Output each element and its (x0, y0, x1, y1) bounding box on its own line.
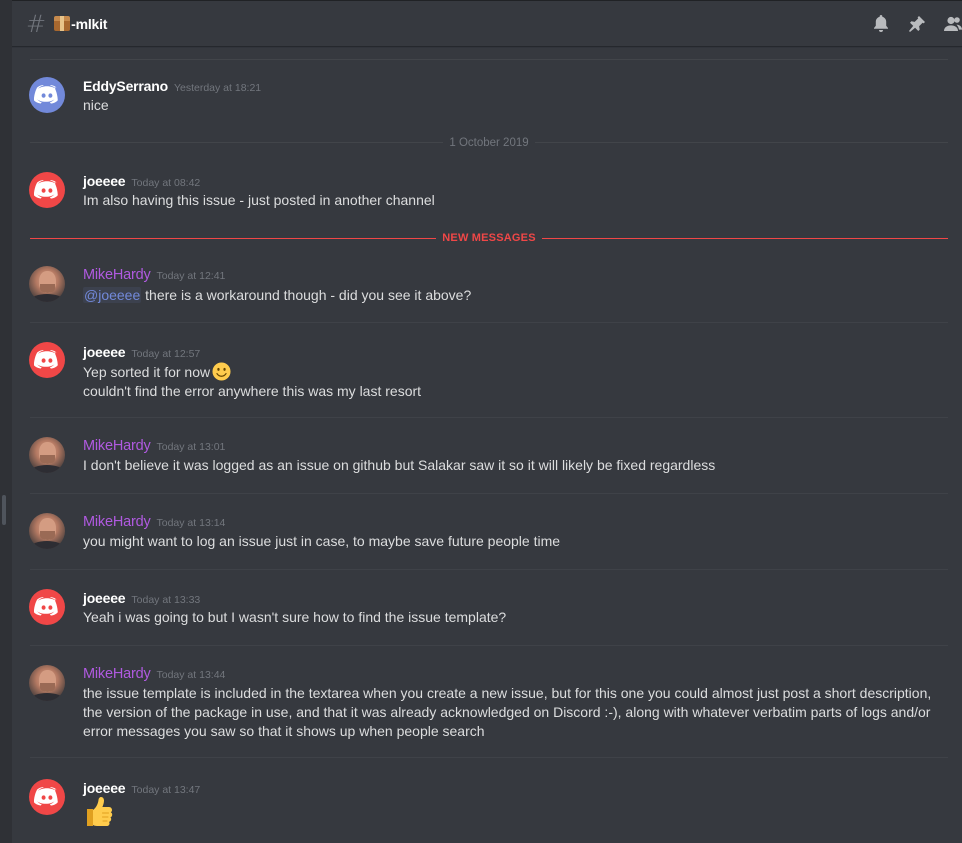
discord-logo-icon (34, 85, 58, 104)
timestamp: Today at 13:44 (156, 669, 226, 681)
group-separator (30, 645, 948, 646)
timestamp: Today at 12:41 (156, 270, 226, 282)
group-separator (30, 757, 948, 758)
date-divider-label: 1 October 2019 (449, 136, 529, 149)
group-separator (30, 322, 948, 323)
group-separator (30, 569, 948, 570)
thumbs-up-icon (87, 797, 113, 826)
header-toolbar (872, 15, 962, 33)
message-text: nice (83, 97, 109, 113)
message-line: couldn't find the error anywhere this wa… (83, 383, 422, 399)
message-text: Im also having this issue - just posted … (83, 192, 435, 208)
message-text: I don't believe it was logged as an issu… (83, 457, 716, 473)
message-text-part: there is a workaround though - did you s… (141, 287, 472, 303)
message-group: joeeee Today at 13:33 Yeah i was going t… (12, 588, 962, 638)
group-separator (30, 493, 948, 494)
timestamp: Today at 12:57 (131, 348, 201, 360)
date-divider: 1 October 2019 (30, 136, 948, 149)
discord-logo-icon (34, 597, 58, 616)
avatar[interactable] (29, 779, 65, 815)
bell-icon[interactable] (872, 15, 890, 33)
new-messages-divider: NEW MESSAGES (30, 231, 948, 245)
username[interactable]: joeeee (83, 780, 126, 796)
username[interactable]: EddySerrano (83, 78, 168, 94)
message-line: Yep sorted it for now (83, 364, 211, 380)
message-group: MikeHardy Today at 13:01 I don't believe… (12, 436, 962, 486)
user-mention[interactable]: @joeeee (83, 287, 142, 303)
avatar[interactable] (29, 437, 65, 473)
message-group: MikeHardy Today at 13:14 you might want … (12, 512, 962, 562)
avatar[interactable] (29, 342, 65, 378)
message-group: joeeee Today at 12:57 Yep sorted it for … (12, 342, 962, 406)
timestamp: Today at 13:14 (156, 517, 226, 529)
avatar[interactable] (29, 665, 65, 701)
message-text: Yep sorted it for now couldn't find the … (83, 362, 948, 401)
message-text: you might want to log an issue just in c… (83, 533, 561, 549)
channel-header: # -mlkit (12, 0, 962, 46)
discord-logo-icon (34, 787, 58, 806)
avatar[interactable] (29, 589, 65, 625)
discord-logo-icon (34, 180, 58, 199)
username[interactable]: MikeHardy (83, 267, 151, 283)
timestamp: Today at 13:33 (131, 594, 201, 606)
message-group: MikeHardy Today at 12:41 @joeeee there i… (12, 266, 962, 316)
timestamp: Yesterday at 18:21 (173, 82, 262, 94)
channel-hash-icon: # (26, 9, 47, 38)
message-list: EddySerrano Yesterday at 18:21 nice 1 Oc… (12, 46, 962, 843)
divider (30, 59, 948, 60)
scroll-nub[interactable] (2, 495, 6, 525)
group-separator (30, 417, 948, 418)
pin-icon[interactable] (908, 15, 926, 33)
avatar[interactable] (29, 266, 65, 302)
avatar[interactable] (29, 77, 65, 113)
message-group: joeeee Today at 08:42 Im also having thi… (12, 172, 962, 222)
username[interactable]: MikeHardy (83, 514, 151, 530)
timestamp: Today at 08:42 (131, 177, 201, 189)
username[interactable]: joeeee (83, 173, 126, 189)
message-group: joeeee Today at 13:47 (12, 778, 962, 838)
message-group: EddySerrano Yesterday at 18:21 nice (12, 76, 962, 126)
avatar[interactable] (29, 172, 65, 208)
message-text: the issue template is included in the te… (83, 685, 932, 739)
username[interactable]: joeeee (83, 344, 126, 360)
package-icon (54, 16, 71, 31)
username[interactable]: MikeHardy (83, 666, 151, 682)
message-text (83, 796, 948, 833)
message-group: MikeHardy Today at 13:44 the issue templ… (12, 664, 962, 744)
username[interactable]: joeeee (83, 590, 126, 606)
channel-name: -mlkit (71, 15, 108, 32)
new-messages-label: NEW MESSAGES (442, 232, 536, 244)
message-text: @joeeee there is a workaround though - d… (83, 286, 948, 305)
timestamp: Today at 13:47 (131, 784, 201, 796)
avatar[interactable] (29, 513, 65, 549)
server-sidebar-edge (0, 0, 12, 843)
discord-logo-icon (34, 350, 58, 369)
message-text: Yeah i was going to but I wasn't sure ho… (83, 609, 507, 625)
slightly-smiling-face-icon (212, 362, 231, 381)
timestamp: Today at 13:01 (156, 441, 226, 453)
username[interactable]: MikeHardy (83, 438, 151, 454)
members-icon[interactable] (944, 15, 962, 33)
